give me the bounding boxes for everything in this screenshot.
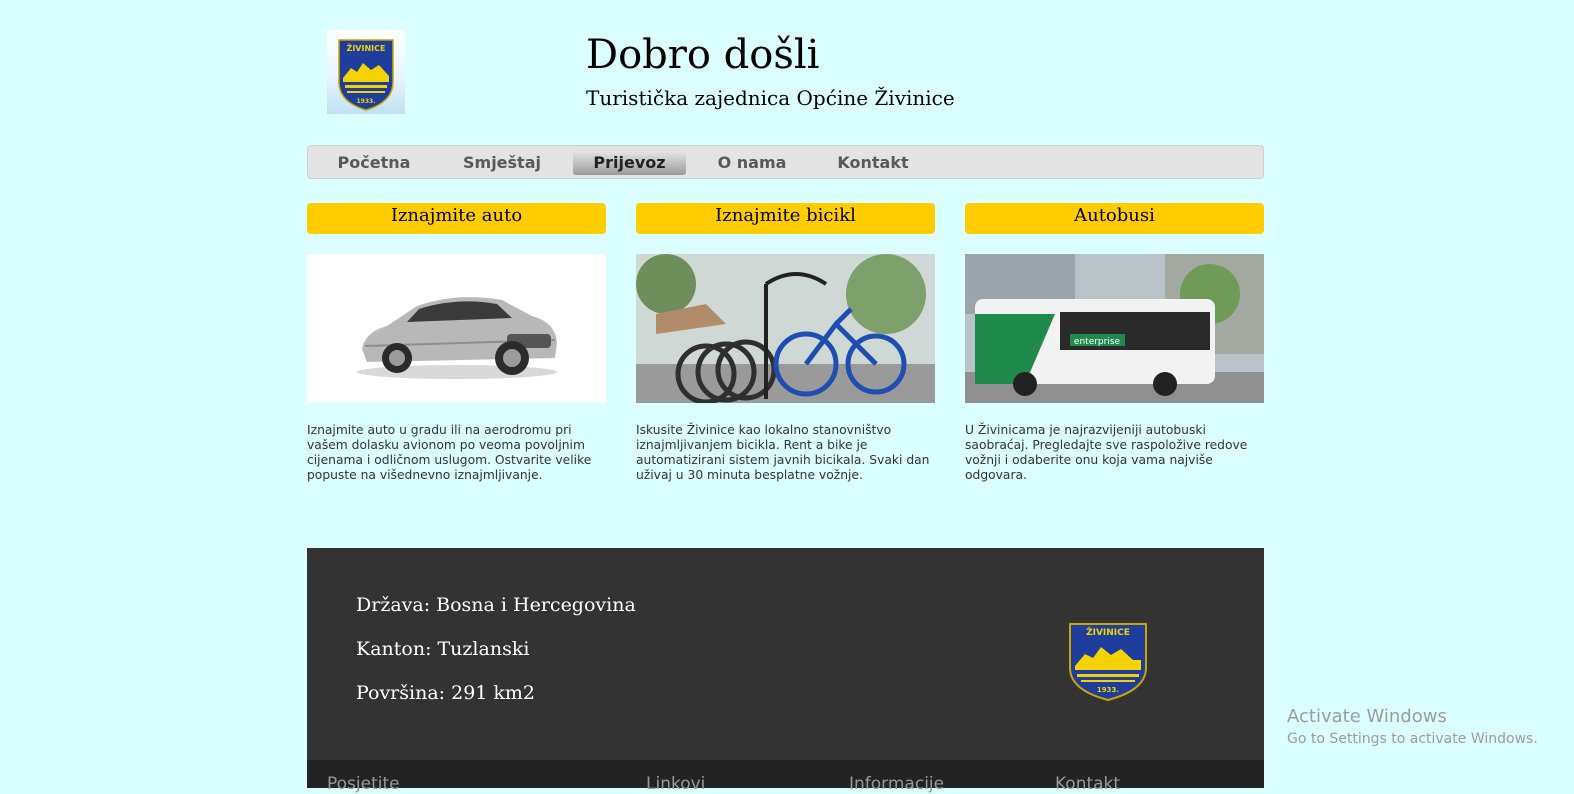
bus-brand-label: enterprise [1074,337,1121,347]
card-title[interactable]: Iznajmite bicikl [636,203,935,234]
nav-item-o-nama[interactable]: O nama [707,146,797,178]
card-description: U Živinicama je najrazvijeniji autobuski… [965,423,1248,482]
footer-link[interactable]: Linkovi [646,774,705,794]
card-description: Iskusite Živinice kao lokalno stanovništ… [636,423,930,482]
card-car-rental: Iznajmite auto Iznajmite auto u gradu il… [307,203,606,482]
footer-link[interactable]: Posjetite [327,774,400,794]
crest-icon: ŽIVINICE 1933. [338,39,394,111]
footer-country: Država: Bosna i Hercegovina [356,594,636,616]
watermark-subtitle: Go to Settings to activate Windows. [1287,731,1538,747]
bike-image [636,254,935,403]
watermark-title: Activate Windows [1287,706,1447,727]
card-title[interactable]: Autobusi [965,203,1264,234]
footer-crest-text: ŽIVINICE [1086,626,1130,638]
nav-item-smjestaj[interactable]: Smještaj [452,146,552,178]
card-buses: Autobusi enterprise U Živinicama je najr… [965,203,1264,482]
main-nav: Početna Smještaj Prijevoz O nama Kontakt [307,145,1264,179]
bus-image: enterprise [965,254,1264,403]
nav-item-kontakt[interactable]: Kontakt [827,146,919,178]
page-title: Dobro došli [586,32,820,78]
footer-link[interactable]: Kontakt [1055,774,1120,794]
footer-link[interactable]: Informacije [849,774,944,794]
footer-crest-icon: ŽIVINICE 1933. [1069,623,1147,702]
card-bike-rental: Iznajmite bicikl Iskusite Živinice kao l… [636,203,935,482]
crest-year-text: 1933. [357,98,376,105]
footer-crest-year: 1933. [1097,686,1119,694]
page-subtitle: Turistička zajednica Općine Živinice [586,86,955,110]
header-logo[interactable]: ŽIVINICE 1933. [327,30,405,114]
nav-item-prijevoz[interactable]: Prijevoz [573,151,686,175]
car-image [307,254,606,403]
card-title[interactable]: Iznajmite auto [307,203,606,234]
nav-item-pocetna[interactable]: Početna [327,146,421,178]
footer-area: Površina: 291 km2 [356,682,536,704]
activate-windows-watermark: Activate Windows Go to Settings to activ… [1287,706,1538,747]
footer-info: Država: Bosna i Hercegovina Kanton: Tuzl… [307,548,1264,760]
card-description: Iznajmite auto u gradu ili na aerodromu … [307,423,592,482]
footer-links: Posjetite Linkovi Informacije Kontakt [307,760,1264,794]
footer-canton: Kanton: Tuzlanski [356,638,530,660]
crest-logo-text: ŽIVINICE [347,42,386,53]
